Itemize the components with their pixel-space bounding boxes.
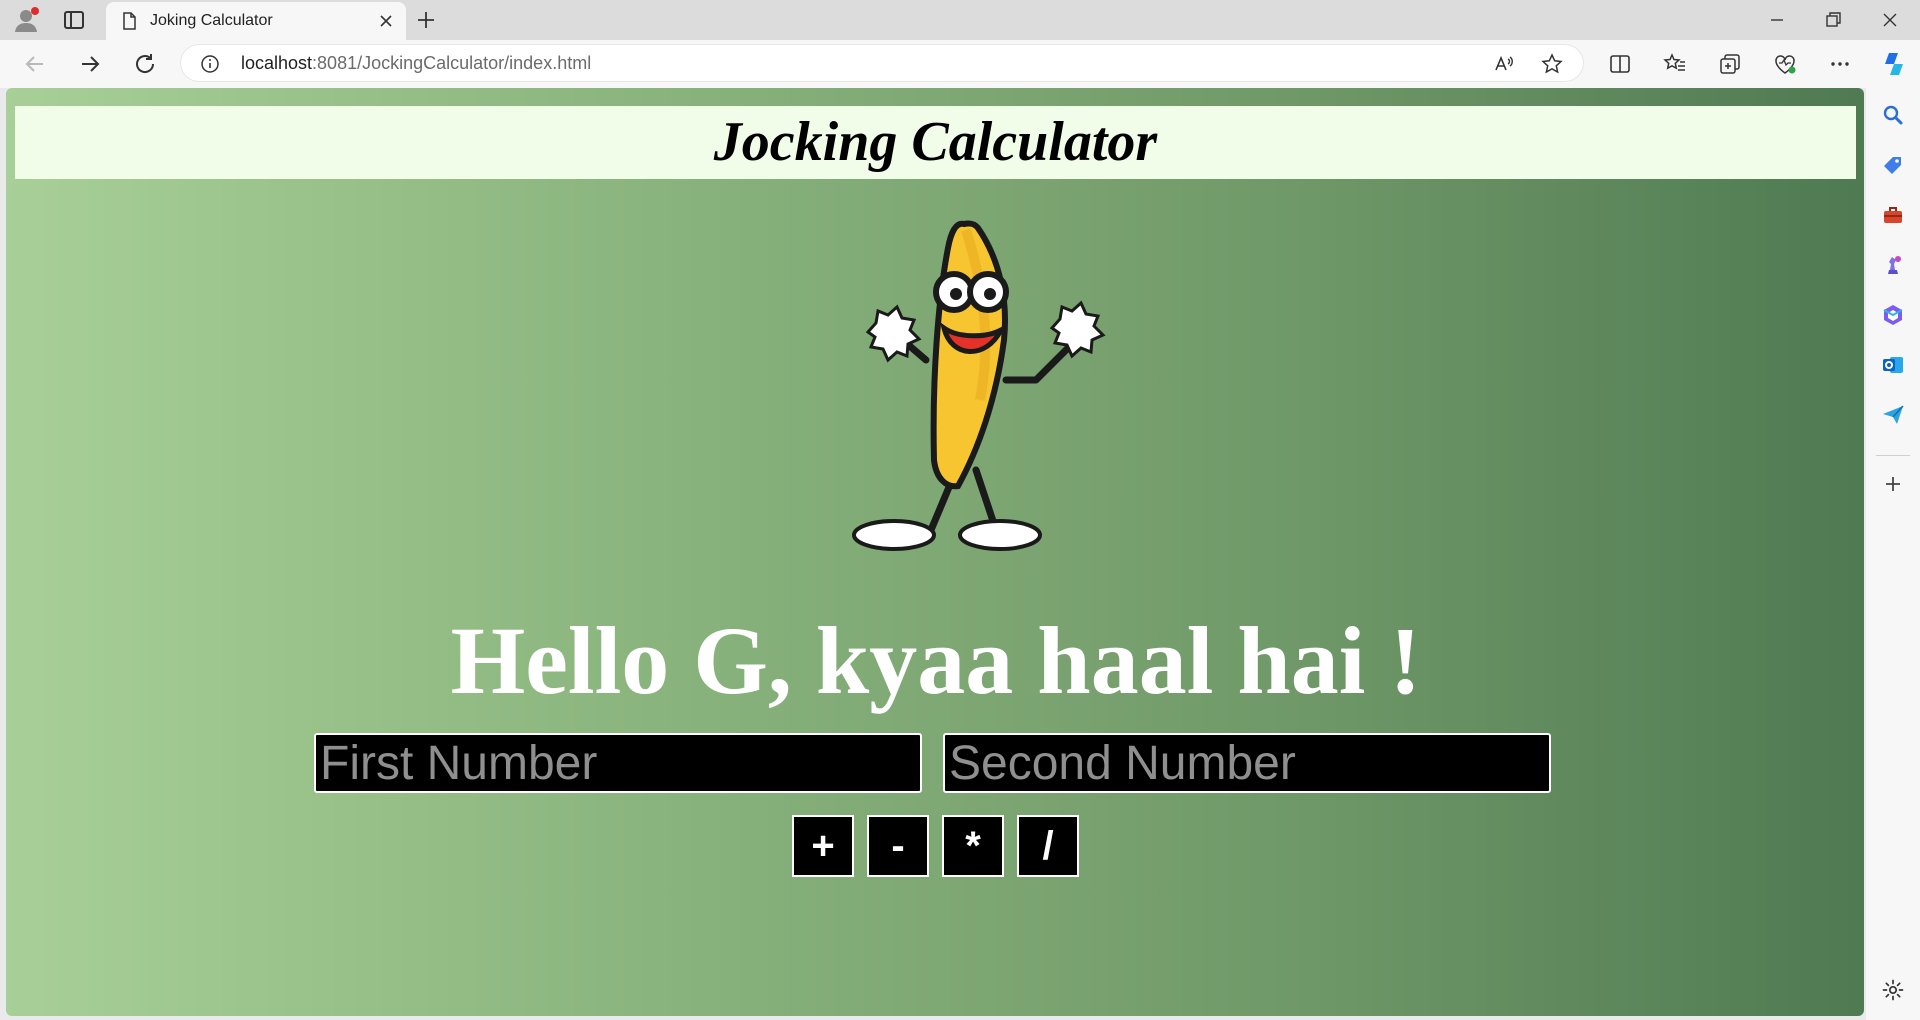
search-icon[interactable] (1881, 103, 1905, 127)
outlook-icon[interactable] (1881, 353, 1905, 377)
page-header: Jocking Calculator (15, 106, 1856, 179)
url-text[interactable]: localhost:8081/JockingCalculator/index.h… (241, 53, 591, 74)
restore-icon[interactable] (1818, 6, 1848, 34)
site-info-icon[interactable] (200, 54, 220, 74)
refresh-icon[interactable] (131, 50, 159, 78)
microsoft-365-icon[interactable] (1881, 303, 1905, 327)
first-number-input[interactable] (314, 733, 922, 793)
edge-sidebar (1866, 88, 1920, 1020)
subtract-button[interactable]: - (867, 815, 929, 877)
collections-icon[interactable] (1718, 52, 1742, 76)
games-chess-icon[interactable] (1881, 253, 1905, 277)
favorites-icon[interactable] (1663, 52, 1687, 76)
favorite-star-icon[interactable] (1541, 53, 1563, 75)
forward-arrow-icon[interactable] (76, 50, 104, 78)
url-host: localhost (241, 53, 313, 73)
profile-avatar-icon[interactable] (12, 6, 40, 34)
url-path: :8081/JockingCalculator/index.html (312, 53, 592, 73)
tab-title: Joking Calculator (150, 12, 273, 29)
new-tab-icon[interactable] (414, 8, 438, 32)
browser-tab[interactable]: Joking Calculator (106, 2, 406, 40)
dancing-banana-image (806, 220, 1106, 566)
close-window-icon[interactable] (1875, 6, 1905, 34)
minimize-icon[interactable] (1762, 6, 1792, 34)
address-bar[interactable]: localhost:8081/JockingCalculator/index.h… (180, 44, 1584, 82)
page-title: Jocking Calculator (713, 111, 1158, 173)
add-sidebar-app-icon[interactable] (1881, 472, 1905, 496)
sidebar-divider (1876, 455, 1910, 456)
divide-button[interactable]: / (1017, 815, 1079, 877)
shopping-tag-icon[interactable] (1881, 153, 1905, 177)
greeting-heading: Hello G, kyaa haal hai ! (450, 607, 1422, 714)
add-button[interactable]: + (792, 815, 854, 877)
back-arrow-icon[interactable] (21, 50, 49, 78)
page-viewport: Jocking Calculator Hello G, kyaa haal ha… (6, 88, 1864, 1016)
multiply-button[interactable]: * (942, 815, 1004, 877)
read-aloud-icon[interactable] (1493, 53, 1515, 75)
browser-tab-bar: Joking Calculator (0, 0, 1920, 40)
browser-essentials-icon[interactable] (1773, 52, 1797, 76)
sidebar-settings-gear-icon[interactable] (1881, 978, 1905, 1002)
browser-toolbar: localhost:8081/JockingCalculator/index.h… (0, 40, 1920, 88)
split-screen-icon[interactable] (1608, 52, 1632, 76)
close-tab-icon[interactable] (376, 11, 396, 31)
copilot-icon[interactable] (1880, 50, 1908, 78)
page-icon (120, 12, 138, 30)
more-options-icon[interactable] (1828, 52, 1852, 76)
tools-briefcase-icon[interactable] (1881, 203, 1905, 227)
second-number-input[interactable] (943, 733, 1551, 793)
tab-actions-icon[interactable] (60, 6, 88, 34)
send-drop-icon[interactable] (1881, 403, 1905, 427)
